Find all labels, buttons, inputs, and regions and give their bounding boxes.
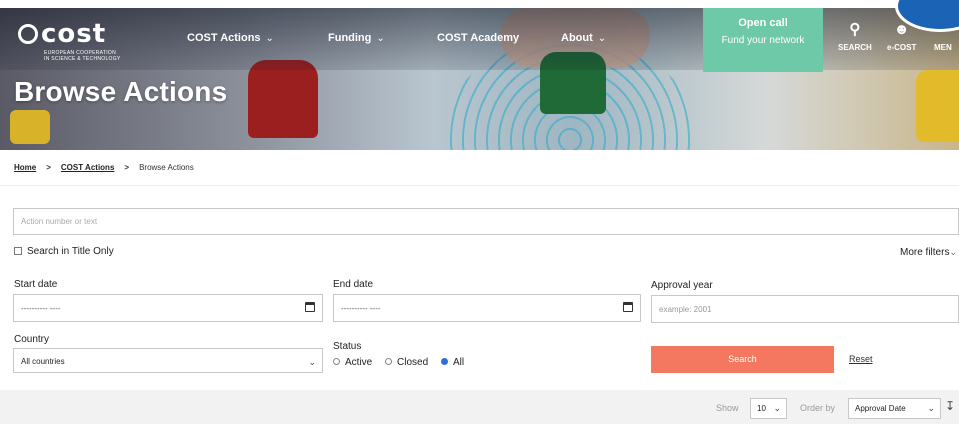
nav-label: COST Academy: [437, 32, 520, 44]
start-date-field[interactable]: ---------- ----: [13, 294, 323, 322]
hero-red-piece: [248, 60, 318, 138]
end-date-value: ---------- ----: [341, 304, 381, 313]
reset-link[interactable]: Reset: [849, 354, 873, 364]
page-size-select[interactable]: 10 ⌄: [750, 398, 787, 419]
nav-cost-actions[interactable]: COST Actions ⌄: [187, 32, 274, 44]
page: cost EUROPEAN COOPERATION IN SCIENCE & T…: [0, 0, 959, 424]
ecost-tool-label: e-COST: [887, 43, 917, 52]
title-only-checkbox[interactable]: Search in Title Only: [14, 246, 114, 257]
order-by-label: Order by: [800, 403, 836, 413]
status-label: Status: [333, 341, 362, 352]
radio-icon: [333, 358, 340, 365]
calendar-icon[interactable]: [305, 302, 315, 312]
open-call-button[interactable]: Open call Fund your network: [703, 8, 823, 72]
search-icon: ⚲: [849, 21, 861, 38]
menu-tool-label: MEN: [934, 43, 952, 52]
status-option-all[interactable]: All: [440, 357, 465, 368]
hero-yellow-piece-right: [916, 70, 959, 142]
open-call-subtitle: Fund your network: [721, 35, 805, 46]
nav-about[interactable]: About ⌄: [561, 32, 606, 44]
country-label: Country: [14, 334, 50, 345]
calendar-icon[interactable]: [623, 302, 633, 312]
status-option-label: Closed: [397, 357, 429, 368]
more-filters-toggle[interactable]: More filters⌄: [900, 247, 957, 258]
chevron-down-icon: ⌄: [597, 33, 607, 44]
order-by-select[interactable]: Approval Date ⌄: [848, 398, 941, 419]
chevron-down-icon: ⌄: [308, 357, 316, 367]
breadcrumb-separator-icon: >: [46, 163, 51, 172]
approval-year-label: Approval year: [651, 280, 713, 291]
page-size-value: 10: [757, 404, 766, 413]
chevron-down-icon: ⌄: [265, 33, 274, 44]
show-label: Show: [716, 403, 739, 413]
open-call-title: Open call: [738, 17, 788, 29]
order-by-value: Approval Date: [855, 404, 906, 413]
status-option-active[interactable]: Active: [333, 357, 372, 368]
chevron-down-icon: ⌄: [376, 33, 385, 44]
hero-yellow-piece: [10, 110, 50, 144]
status-option-label: All: [452, 357, 465, 368]
chevron-down-icon: ⌄: [949, 247, 957, 257]
status-radio-group: Active Closed All: [333, 357, 474, 368]
logo-tagline-2: IN SCIENCE & TECHNOLOGY: [44, 56, 121, 62]
chevron-down-icon: ⌄: [927, 403, 935, 413]
top-strip: [0, 0, 959, 8]
nav-cost-academy[interactable]: COST Academy: [437, 32, 519, 44]
breadcrumb-divider: [0, 185, 959, 186]
breadcrumb-cost-actions[interactable]: COST Actions: [61, 163, 114, 172]
country-select[interactable]: All countries ⌄: [13, 348, 323, 373]
breadcrumb-home[interactable]: Home: [14, 163, 36, 172]
search-input[interactable]: Action number or text: [13, 208, 959, 235]
status-option-closed[interactable]: Closed: [385, 357, 428, 368]
nav-label: COST Actions: [187, 32, 261, 44]
breadcrumb: Home > COST Actions > Browse Actions: [14, 163, 194, 172]
search-tool-label: SEARCH: [838, 43, 872, 52]
nav-label: Funding: [328, 32, 372, 44]
more-filters-label: More filters: [900, 247, 950, 258]
logo-text: cost: [41, 19, 107, 49]
breadcrumb-separator-icon: >: [124, 163, 130, 172]
title-only-label: Search in Title Only: [27, 246, 114, 257]
status-option-label: Active: [345, 357, 373, 368]
chevron-down-icon: ⌄: [773, 403, 781, 413]
start-date-value: ---------- ----: [21, 304, 61, 313]
search-tool-button[interactable]: ⚲ SEARCH: [838, 21, 872, 53]
country-value: All countries: [21, 357, 65, 366]
approval-year-field[interactable]: example: 2001: [651, 295, 959, 323]
page-title: Browse Actions: [14, 76, 228, 107]
sort-direction-icon[interactable]: ↧: [945, 399, 955, 413]
radio-selected-icon: [440, 358, 448, 365]
end-date-label: End date: [333, 279, 374, 290]
radio-icon: [385, 358, 393, 365]
nav-funding[interactable]: Funding ⌄: [328, 32, 385, 44]
checkbox-icon: [14, 247, 22, 255]
hero-banner: cost EUROPEAN COOPERATION IN SCIENCE & T…: [0, 0, 959, 150]
cost-logo-ring-icon: [18, 24, 38, 44]
breadcrumb-current: Browse Actions: [139, 163, 194, 172]
search-button[interactable]: Search: [651, 346, 834, 373]
end-date-field[interactable]: ---------- ----: [333, 294, 641, 322]
nav-label: About: [561, 32, 593, 44]
cost-logo[interactable]: cost EUROPEAN COOPERATION IN SCIENCE & T…: [18, 19, 121, 62]
start-date-label: Start date: [14, 279, 58, 290]
